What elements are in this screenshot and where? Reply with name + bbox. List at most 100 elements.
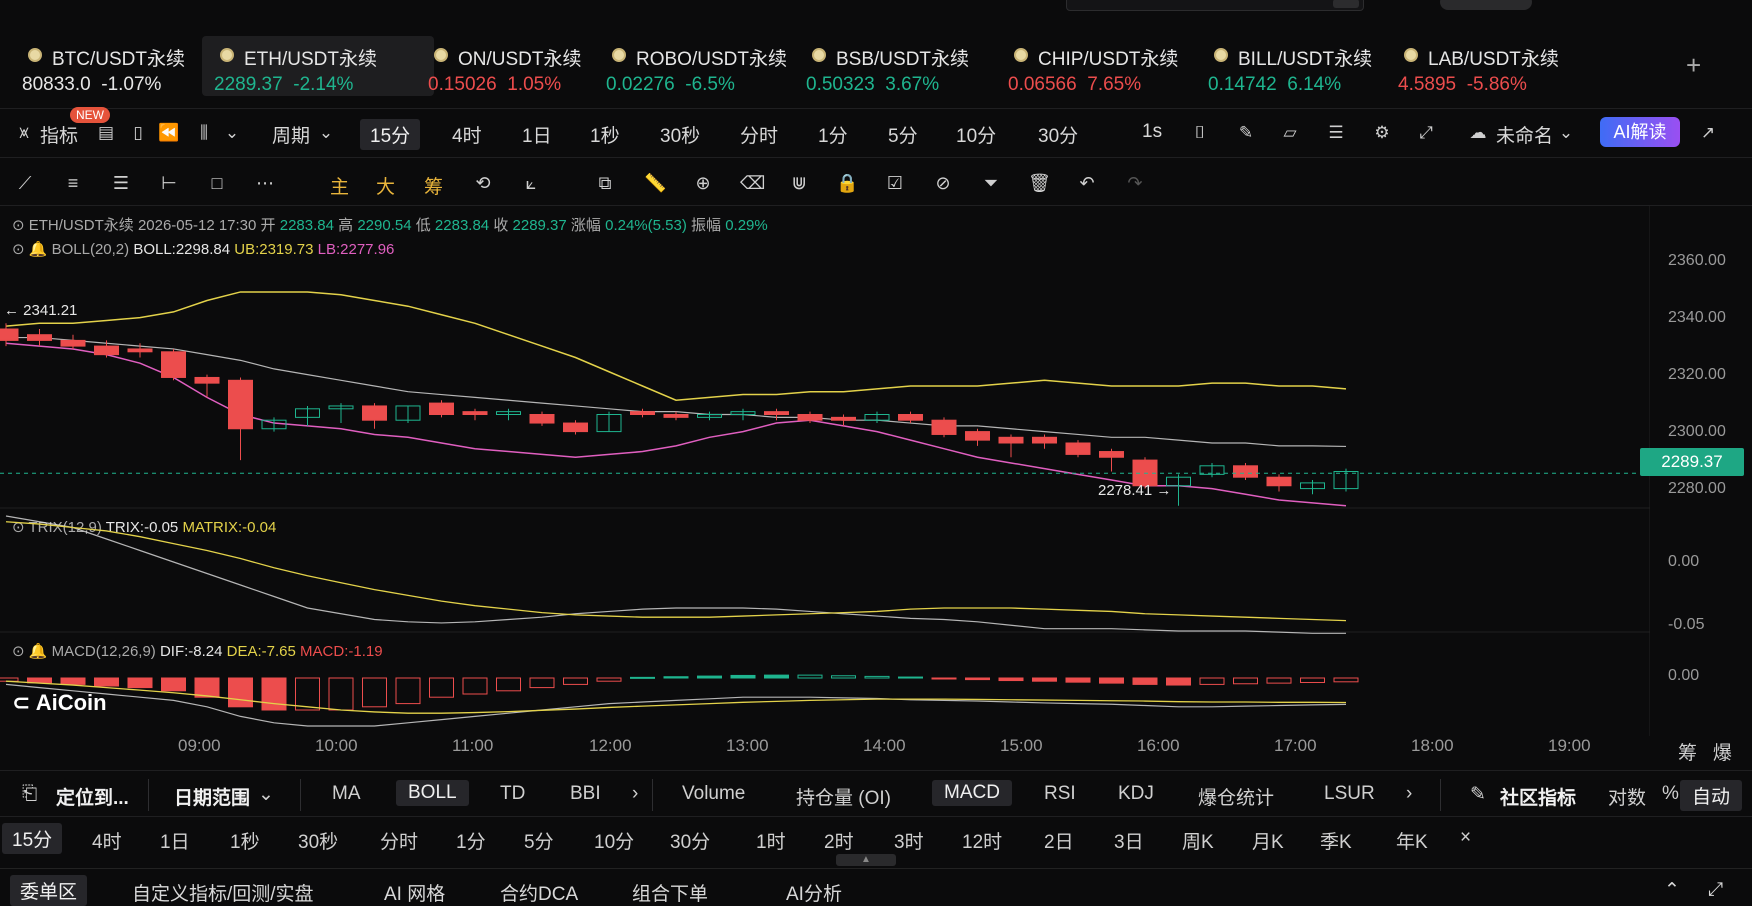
parallel-lines-icon[interactable]: ≡: [62, 172, 84, 194]
sub-indicator-tab[interactable]: MACD: [932, 780, 1012, 806]
period-tab[interactable]: 3日: [1114, 827, 1144, 854]
sub-indicator-tab[interactable]: 持仓量 (OI): [796, 783, 891, 810]
bottom-tab[interactable]: 委单区: [10, 875, 88, 906]
layout-name-dropdown[interactable]: 未命名: [1496, 121, 1553, 148]
eraser-icon[interactable]: ⌫: [740, 172, 765, 194]
measure-icon[interactable]: ⟀: [520, 172, 542, 194]
price-chart[interactable]: [0, 206, 1650, 736]
period-tab[interactable]: 年K: [1396, 827, 1428, 854]
toolbar-period-tab[interactable]: 1日: [522, 121, 552, 148]
period-tab[interactable]: 周K: [1182, 827, 1214, 854]
sync-icon[interactable]: ⟲: [472, 172, 494, 194]
main-indicator-tab[interactable]: MA: [332, 783, 361, 805]
period-tab[interactable]: 2时: [824, 827, 854, 854]
chevron-down-icon[interactable]: ⌄: [222, 123, 242, 143]
close-icon[interactable]: ×: [1460, 827, 1471, 849]
replay-icon[interactable]: ⏪: [158, 123, 179, 143]
toolbar-period-tab[interactable]: 4时: [452, 121, 482, 148]
toolbar-period-tab[interactable]: 15分: [360, 119, 421, 150]
liquidation-button[interactable]: 爆: [1713, 743, 1732, 764]
checklist-icon[interactable]: ☑: [884, 172, 906, 194]
top-search-field[interactable]: [1066, 0, 1364, 11]
redo-icon[interactable]: ↷: [1124, 172, 1146, 194]
copy-icon[interactable]: ⧉: [594, 172, 616, 194]
period-tab[interactable]: 4时: [92, 827, 122, 854]
period-tab[interactable]: 1分: [456, 827, 486, 854]
date-range-dropdown[interactable]: 日期范围: [174, 783, 250, 810]
rectangle-icon[interactable]: □: [206, 172, 228, 194]
lock-icon[interactable]: 🔒: [836, 172, 858, 194]
indicator-button[interactable]: 指标: [40, 121, 78, 148]
note-icon[interactable]: ▱: [1280, 123, 1300, 143]
undo-icon[interactable]: ↶: [1076, 172, 1098, 194]
ticker-item[interactable]: BSB/USDT永续 0.50323 3.67%: [806, 36, 996, 96]
community-indicators-button[interactable]: 社区指标: [1500, 783, 1576, 810]
period-tab[interactable]: 12时: [962, 827, 1002, 854]
delete-icon[interactable]: 🗑: [1028, 172, 1051, 194]
edit-icon[interactable]: ✎: [1236, 123, 1256, 143]
top-pill-button[interactable]: [1440, 0, 1532, 10]
period-tab[interactable]: 1时: [756, 827, 786, 854]
period-dropdown[interactable]: 周期: [272, 121, 310, 148]
toolbar-period-tab[interactable]: 1分: [818, 121, 848, 148]
period-tab[interactable]: 分时: [380, 827, 418, 854]
horizontal-lines-icon[interactable]: ☰: [110, 172, 132, 194]
camera-icon[interactable]: ⌷: [1190, 123, 1210, 143]
sub-indicator-tab[interactable]: KDJ: [1118, 783, 1154, 805]
period-tab[interactable]: 15分: [2, 823, 63, 854]
candle-type-icon[interactable]: ⫼: [194, 123, 214, 143]
period-tab[interactable]: 30分: [670, 827, 710, 854]
toolbar-period-tab[interactable]: 1秒: [590, 121, 620, 148]
toolbar-period-tab[interactable]: 30秒: [660, 121, 700, 148]
search-icon[interactable]: [1333, 0, 1359, 8]
toolbar-period-tab[interactable]: 5分: [888, 121, 918, 148]
link-icon[interactable]: ⊘: [932, 172, 954, 194]
expand-icon[interactable]: ⤢: [1708, 879, 1723, 901]
sub-indicator-tab[interactable]: LSUR: [1324, 783, 1375, 805]
sub-indicator-tab[interactable]: 爆仓统计: [1198, 783, 1274, 810]
period-tab[interactable]: 月K: [1252, 827, 1284, 854]
bottom-tab[interactable]: 组合下单: [632, 879, 708, 906]
locate-icon[interactable]: ⎗: [22, 783, 37, 805]
bottom-tab[interactable]: AI 网格: [384, 879, 445, 906]
ticker-item[interactable]: LAB/USDT永续 4.5895 -5.86%: [1398, 36, 1588, 96]
chevron-down-icon[interactable]: ⌄: [258, 783, 274, 806]
chevron-up-icon[interactable]: ⌃: [1664, 879, 1680, 902]
ticker-item[interactable]: ROBO/USDT永续 0.02276 -6.5%: [606, 36, 796, 96]
indicator-icon[interactable]: ⩙: [14, 123, 34, 143]
period-tab[interactable]: 5分: [524, 827, 554, 854]
toolbar-period-tab[interactable]: 30分: [1038, 121, 1078, 148]
toolbar-period-tab[interactable]: 分时: [740, 121, 778, 148]
horizontal-line-icon[interactable]: ⊢: [158, 172, 180, 194]
ruler-icon[interactable]: 📏: [644, 172, 666, 194]
locate-button[interactable]: 定位到...: [56, 783, 129, 810]
sub-indicator-tab[interactable]: RSI: [1044, 783, 1076, 805]
chevron-down-icon[interactable]: ⌄: [316, 123, 336, 143]
chevron-right-icon[interactable]: ›: [632, 783, 638, 805]
ticker-item[interactable]: BTC/USDT永续 80833.0 -1.07%: [22, 36, 212, 96]
ticker-item[interactable]: CHIP/USDT永续 0.06566 7.65%: [1008, 36, 1198, 96]
drag-handle[interactable]: ▲: [836, 854, 896, 866]
period-tab[interactable]: 30秒: [298, 827, 338, 854]
zoom-icon[interactable]: ⊕: [692, 172, 714, 194]
percent-scale-toggle[interactable]: %: [1662, 783, 1679, 805]
main-indicator-tab[interactable]: BOLL: [396, 780, 469, 806]
period-tab[interactable]: 季K: [1320, 827, 1352, 854]
list-icon[interactable]: ☰: [1326, 123, 1346, 143]
template-icon[interactable]: ▤: [96, 123, 116, 143]
edit-icon[interactable]: ✎: [1470, 783, 1486, 806]
chip-toggle[interactable]: 筹: [424, 172, 443, 199]
period-tab[interactable]: 3时: [894, 827, 924, 854]
cloud-icon[interactable]: ☁: [1468, 123, 1488, 143]
period-tab[interactable]: 1日: [160, 827, 190, 854]
trendline-icon[interactable]: ⟋: [14, 172, 36, 194]
big-order-toggle[interactable]: 大: [376, 172, 395, 199]
period-tab[interactable]: 1秒: [230, 827, 260, 854]
fullscreen-icon[interactable]: ⤢: [1416, 123, 1436, 143]
bottom-tab[interactable]: 合约DCA: [500, 879, 578, 906]
add-ticker-button[interactable]: +: [1686, 50, 1701, 81]
filter-icon[interactable]: ⏷: [980, 172, 1002, 194]
ticker-item[interactable]: ETH/USDT永续 2289.37 -2.14%: [202, 36, 434, 96]
log-scale-toggle[interactable]: 对数: [1608, 783, 1646, 810]
sub-indicator-tab[interactable]: Volume: [682, 783, 745, 805]
